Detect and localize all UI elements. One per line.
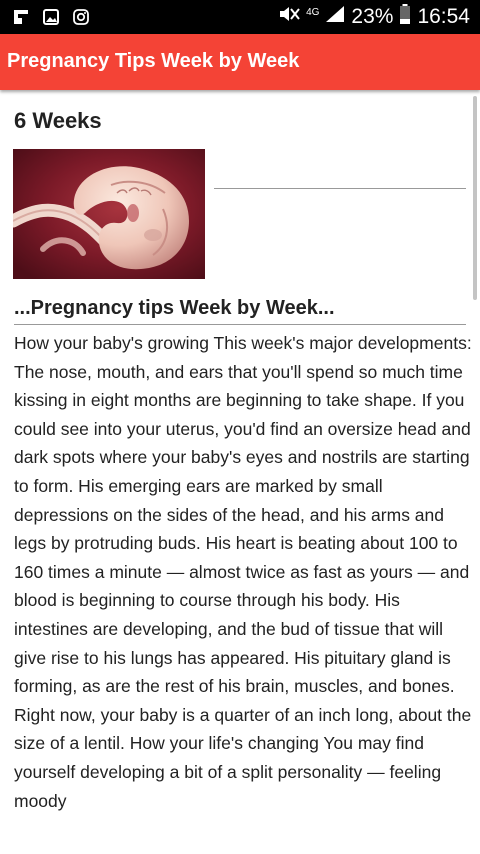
divider [14,324,466,325]
section-heading: ...Pregnancy tips Week by Week... [14,297,335,319]
week-title: 6 Weeks [14,108,102,133]
gallery-icon [42,8,60,26]
battery-percent: 23% [351,5,394,28]
instagram-icon [72,8,90,26]
article-content[interactable]: 6 Weeks ...Pregnancy tips Week by Week..… [0,90,480,854]
network-type: 4G [306,7,320,18]
system-status: 4G 23% 16:54 [278,4,480,30]
article-body: How your baby's growing This week's majo… [14,333,472,811]
battery-icon [399,4,411,30]
embryo-image [6,149,205,279]
scrollbar[interactable] [473,96,477,300]
mute-icon [278,5,300,29]
status-bar: 4G 23% 16:54 [0,0,480,34]
app-title: Pregnancy Tips Week by Week [7,50,300,72]
flipboard-icon [12,8,30,26]
notification-icons [0,8,90,26]
divider [214,188,466,189]
clock: 16:54 [417,5,470,28]
signal-icon [325,5,345,29]
app-bar: Pregnancy Tips Week by Week [0,34,480,90]
